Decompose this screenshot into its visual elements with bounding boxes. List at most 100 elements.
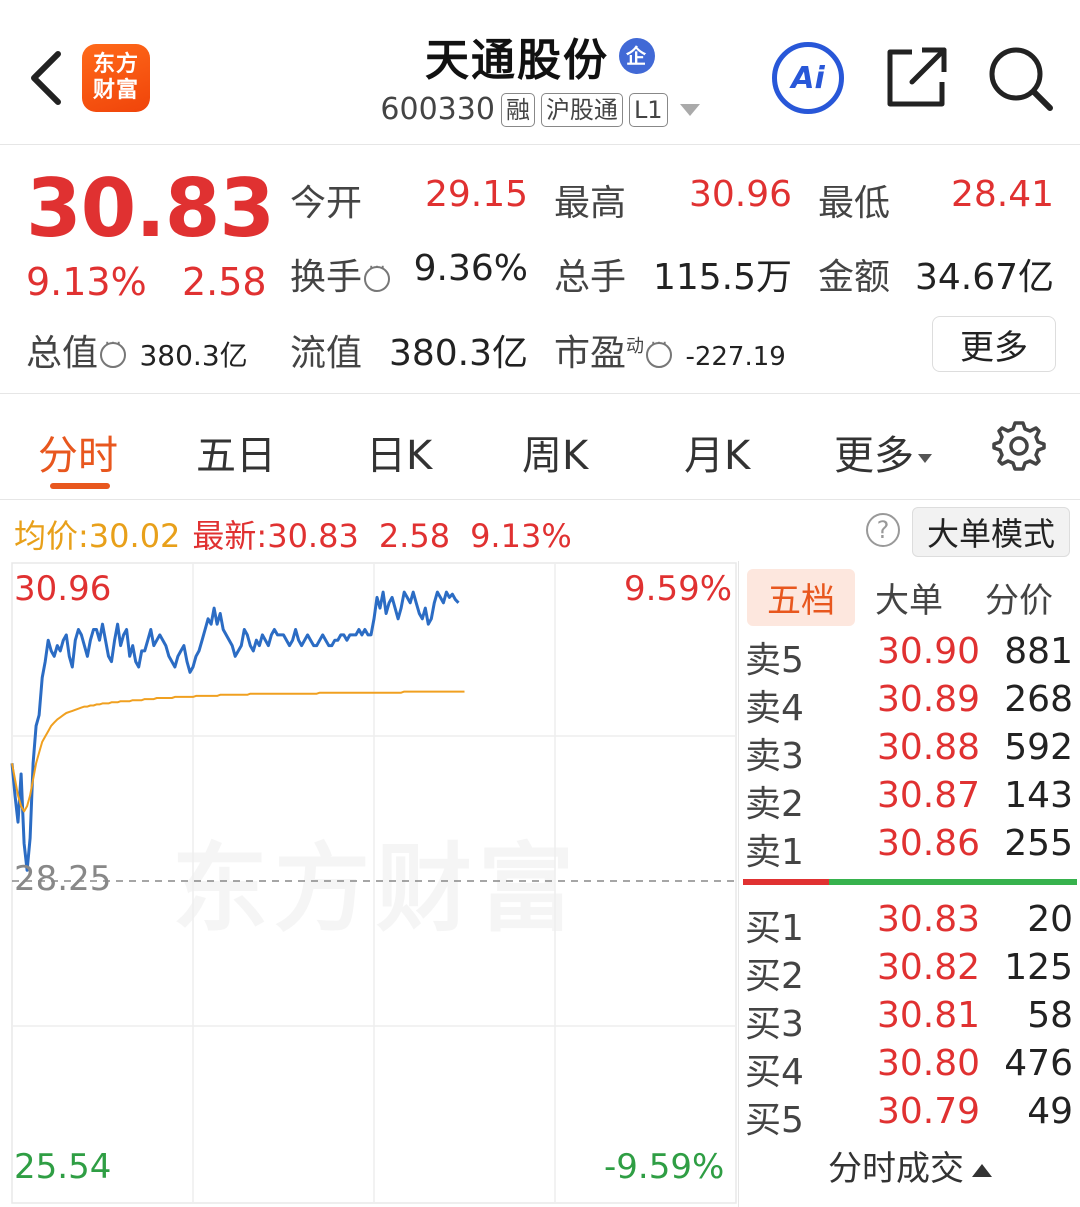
buy-sell-ratio-bar (743, 879, 1077, 885)
tag-level: L1 (628, 92, 668, 127)
ask-price: 30.88 (877, 727, 981, 768)
quote-panel: 30.83 9.13% 2.58 今开 29.15 最高 30.96 最低 28… (0, 146, 1080, 394)
bid-label: 买4 (745, 1052, 804, 1093)
ask-volume: 881 (1004, 631, 1073, 672)
back-button[interactable] (18, 42, 74, 114)
float-label: 流值 (290, 333, 363, 374)
latest-percent: 9.13% (470, 517, 572, 555)
avg-value: 30.02 (88, 517, 181, 555)
bid-price: 30.79 (877, 1091, 981, 1132)
caret-down-icon (918, 453, 932, 463)
latest-change: 2.58 (378, 517, 451, 555)
ask-label: 卖4 (745, 688, 804, 729)
tab-weekly-k[interactable]: 周K (522, 423, 588, 481)
logo-line1: 东方 (92, 52, 139, 77)
indicator-values: 均价:30.02 最新:30.83 2.58 9.13% (14, 511, 572, 557)
ask-price: 30.86 (877, 823, 981, 864)
current-price: 30.83 (26, 162, 275, 255)
ask-label: 卖2 (745, 784, 804, 825)
mktcap-field[interactable]: 总值 380.3亿 (26, 324, 248, 376)
tab-daily-k[interactable]: 日K (366, 423, 432, 481)
tab-large-orders[interactable]: 大单 (875, 573, 943, 622)
time-sales-toggle[interactable]: 分时成交 (739, 1141, 1080, 1190)
ask-label: 卖3 (745, 736, 804, 777)
ask-row-2: 卖2 30.87 143 (739, 775, 1080, 825)
stock-name: 天通股份 (425, 35, 609, 86)
logo-line2: 财富 (92, 78, 139, 103)
high-value: 30.96 (688, 174, 792, 215)
pe-superscript: 动 (626, 336, 645, 357)
bid-volume: 125 (1004, 947, 1073, 988)
bid-row-4: 买4 30.80 476 (739, 1043, 1080, 1093)
indicator-bar: 均价:30.02 最新:30.83 2.58 9.13% ? 大单模式 (0, 501, 1080, 561)
tab-price-distribution[interactable]: 分价 (985, 573, 1053, 622)
more-info-icon[interactable] (646, 333, 673, 368)
bid-row-3: 买3 30.81 58 (739, 995, 1080, 1045)
low-value: 28.41 (950, 174, 1054, 215)
ask-price: 30.90 (877, 631, 981, 672)
float-value: 380.3亿 (388, 333, 528, 374)
tab-more[interactable]: 更多 (834, 423, 932, 481)
tab-five-levels[interactable]: 五档 (747, 569, 855, 626)
search-button[interactable] (986, 44, 1056, 114)
stock-title[interactable]: 天通股份 企 600330 融 沪股通 L1 (300, 24, 780, 127)
help-icon[interactable]: ? (866, 513, 900, 547)
tab-monthly-k[interactable]: 月K (684, 423, 750, 481)
avg-label: 均价: (14, 517, 89, 555)
pct-axis-top-label: 9.59% (624, 569, 733, 609)
ask-volume: 143 (1004, 775, 1073, 816)
bid-row-1: 买1 30.83 20 (739, 899, 1080, 949)
latest-label: 最新: (192, 517, 268, 555)
order-book-tabs: 五档 大单 分价 (739, 567, 1080, 627)
y-axis-bottom-label: 25.54 (14, 1147, 112, 1187)
large-order-mode-button[interactable]: 大单模式 (912, 507, 1070, 557)
volume-value: 115.5万 (652, 257, 792, 298)
bid-volume: 49 (1027, 1091, 1073, 1132)
bid-price: 30.80 (877, 1043, 981, 1084)
tab-intraday[interactable]: 分时 (38, 423, 118, 481)
ask-volume: 592 (1004, 727, 1073, 768)
latest-value: 30.83 (267, 517, 359, 555)
share-icon (887, 47, 947, 107)
pe-field[interactable]: 市盈动 -227.19 (554, 324, 786, 376)
volume-label: 总手 (554, 257, 627, 298)
tag-connect: 沪股通 (540, 92, 623, 127)
ai-button[interactable]: Ai (772, 42, 844, 114)
tab-more-label: 更多 (834, 433, 914, 479)
ask-volume: 268 (1004, 679, 1073, 720)
ask-row-4: 卖4 30.89 268 (739, 679, 1080, 729)
more-quote-button[interactable]: 更多 (932, 316, 1056, 372)
ask-price: 30.87 (877, 775, 981, 816)
caret-up-icon (972, 1164, 992, 1177)
more-info-icon[interactable] (364, 257, 391, 292)
turnover-value: 9.36% (413, 248, 528, 289)
pe-label: 市盈 (554, 333, 627, 374)
bid-label: 买1 (745, 908, 804, 949)
bid-price: 30.83 (877, 899, 981, 940)
change-amount: 2.58 (182, 260, 267, 304)
more-info-icon[interactable] (100, 333, 127, 368)
pct-axis-bottom-label: -9.59% (604, 1147, 725, 1187)
ask-row-1: 卖1 30.86 255 (739, 823, 1080, 873)
bid-volume: 20 (1027, 899, 1073, 940)
bid-label: 买3 (745, 1004, 804, 1045)
ask-volume: 255 (1004, 823, 1073, 864)
intraday-chart[interactable]: 东方财富 30.96 28.25 25.54 9.59% -9.59% (0, 561, 738, 1207)
settings-button[interactable] (992, 419, 1046, 473)
chart-tabs: 分时 五日 日K 周K 月K 更多 (0, 395, 1080, 500)
high-label: 最高 (554, 183, 627, 224)
bid-label: 买5 (745, 1100, 804, 1141)
enterprise-badge: 企 (619, 38, 655, 74)
caret-down-icon[interactable] (679, 103, 700, 116)
app-logo[interactable]: 东方 财富 (82, 44, 150, 112)
gear-icon (992, 421, 1046, 471)
share-button[interactable] (884, 44, 950, 110)
amount-label: 金额 (818, 257, 891, 298)
turnover-field[interactable]: 换手 (290, 248, 392, 300)
search-icon (989, 47, 1053, 111)
change-percent: 9.13% (26, 260, 147, 304)
tag-margin: 融 (500, 92, 535, 127)
tab-five-day[interactable]: 五日 (196, 423, 276, 481)
ask-row-5: 卖5 30.90 881 (739, 631, 1080, 681)
ask-label: 卖5 (745, 640, 804, 681)
